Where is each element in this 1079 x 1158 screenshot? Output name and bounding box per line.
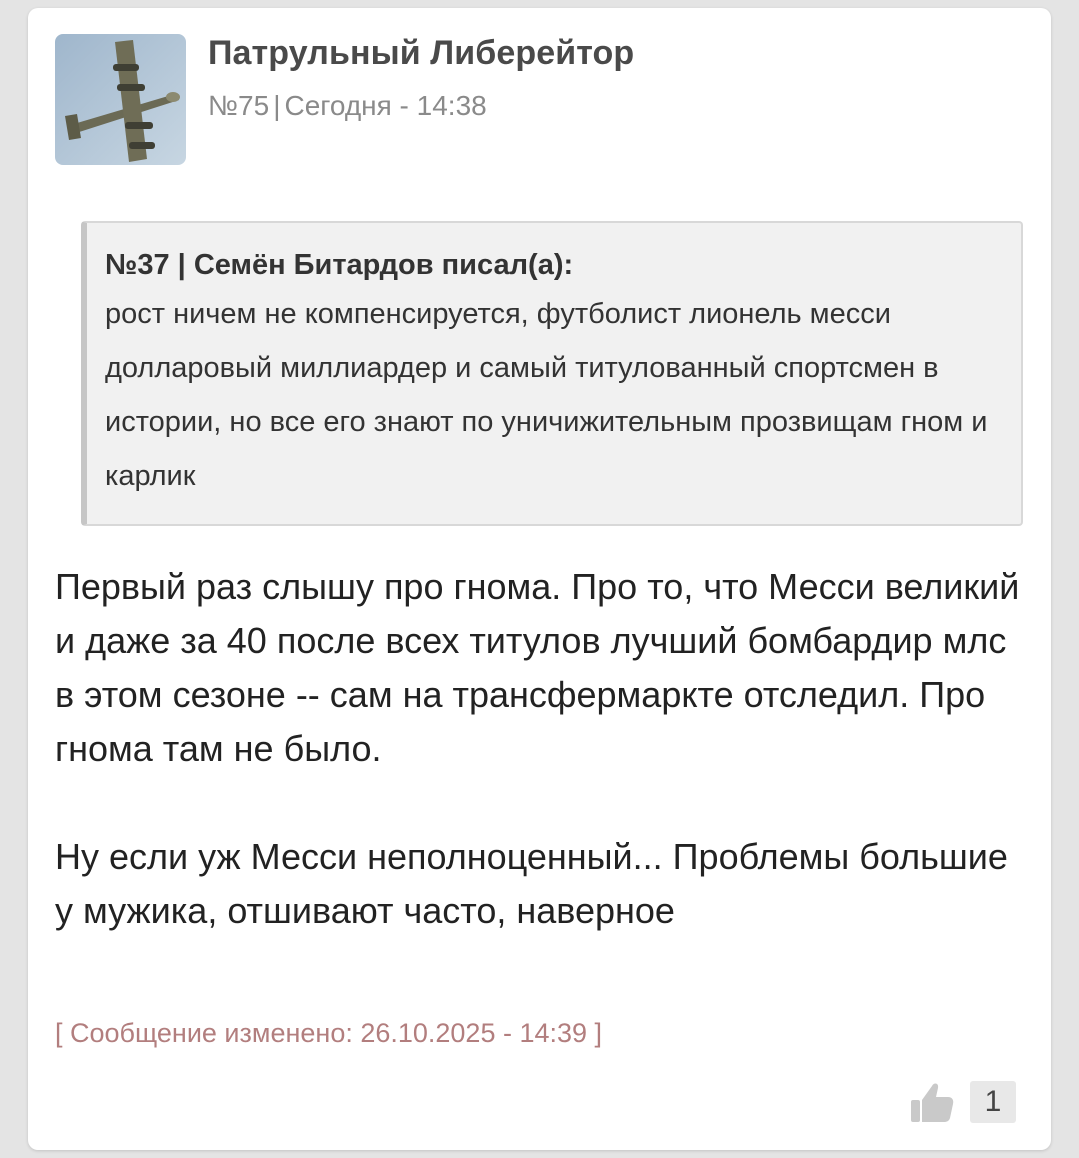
post-timestamp: Сегодня - 14:38 <box>284 90 487 121</box>
post-meta: №75 | Сегодня - 14:38 <box>208 90 487 122</box>
author-name[interactable]: Патрульный Либерейтор <box>208 34 634 73</box>
quote-text: рост ничем не компенсируется, футболист … <box>105 298 988 492</box>
avatar[interactable] <box>55 34 186 165</box>
like-count: 1 <box>970 1081 1016 1123</box>
post-body: Первый раз слышу про гнома. Про то, что … <box>55 560 1035 938</box>
quote-header[interactable]: №37 | Семён Битардов писал(а): <box>105 245 1001 285</box>
edited-note: [ Сообщение изменено: 26.10.2025 - 14:39… <box>55 1018 603 1048</box>
post-card: Патрульный Либерейтор №75 | Сегодня - 14:3… <box>28 8 1051 1150</box>
meta-separator: | <box>273 90 281 121</box>
post-paragraph: Первый раз слышу про гнома. Про то, что … <box>55 566 1020 769</box>
post-paragraph: Ну если уж Месси неполноценный... Пробле… <box>55 836 1008 931</box>
post-number[interactable]: №75 <box>208 90 269 121</box>
avatar-airplane-image <box>55 34 186 165</box>
thumbs-up-icon[interactable] <box>908 1078 956 1126</box>
quote-block: №37 | Семён Битардов писал(а): рост ниче… <box>81 221 1023 526</box>
